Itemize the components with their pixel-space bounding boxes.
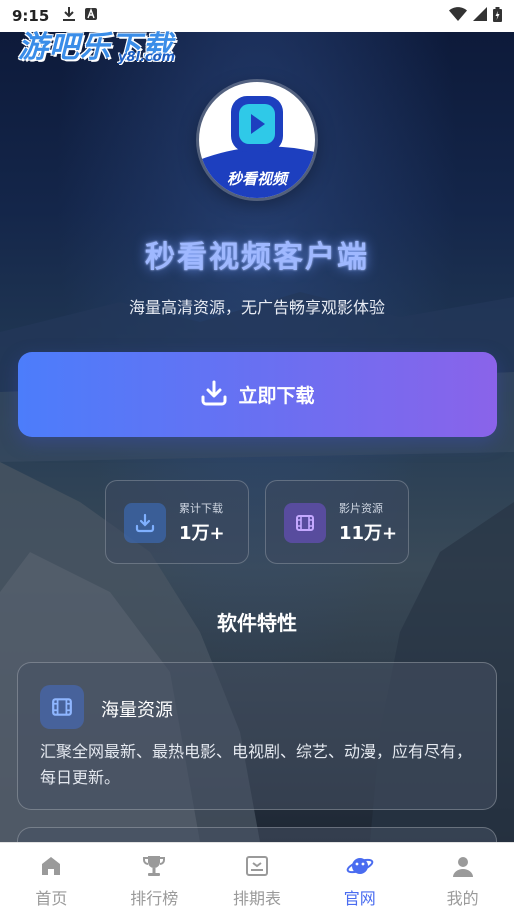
nav-label: 我的 [446, 889, 479, 908]
film-icon [284, 503, 326, 543]
download-button[interactable]: 立即下载 [18, 352, 497, 437]
stat-label: 影片资源 [339, 502, 383, 515]
nav-item-profile[interactable]: 我的 [411, 843, 514, 910]
feature-description: 汇聚全网最新、最热电影、电视剧、综艺、动漫，应有尽有，每日更新。 [40, 742, 473, 787]
signal-icon [473, 7, 487, 25]
nav-label: 排行榜 [130, 889, 179, 908]
download-icon [200, 379, 228, 411]
stat-label: 累计下载 [179, 502, 223, 515]
nav-item-ranking[interactable]: 排行榜 [103, 843, 206, 910]
app-title: 秒看视频客户端 [145, 240, 369, 275]
app-logo-text: 秒看视频 [226, 170, 287, 188]
film-icon [40, 685, 84, 729]
stat-card-films: 影片资源 11万+ [265, 480, 409, 564]
nav-item-home[interactable]: 首页 [0, 843, 103, 910]
wifi-icon [449, 7, 467, 25]
nav-label: 官网 [343, 889, 376, 908]
download-button-label: 立即下载 [238, 385, 315, 407]
user-icon [448, 851, 478, 881]
planet-icon [345, 851, 375, 881]
nav-label: 首页 [35, 889, 68, 908]
stat-value: 1万+ [179, 523, 225, 544]
stat-card-downloads: 累计下载 1万+ [105, 480, 249, 564]
nav-item-official-site[interactable]: 官网 [308, 843, 411, 910]
feature-title: 海量资源 [101, 700, 173, 721]
download-icon [124, 503, 166, 543]
app-logo: 秒看视频 [199, 82, 315, 198]
watermark-logo: 游吧乐下载 y8l.com [18, 22, 176, 66]
nav-item-schedule[interactable]: 排期表 [206, 843, 309, 910]
stat-value: 11万+ [339, 523, 398, 544]
app-subtitle: 海量高清资源，无广告畅享观影体验 [128, 298, 385, 317]
watermark-sub-text: y8l.com [118, 50, 176, 65]
schedule-icon [242, 851, 272, 881]
battery-icon [493, 6, 502, 26]
trophy-icon [139, 851, 169, 881]
main-content: 秒看视频 秒看视频客户端 海量高清资源，无广告畅享观影体验 立即下载 累计下载 … [0, 32, 514, 867]
features-section-title: 软件特性 [217, 611, 297, 635]
nav-label: 排期表 [232, 889, 281, 908]
home-icon [36, 851, 66, 881]
feature-card: 海量资源 汇聚全网最新、最热电影、电视剧、综艺、动漫，应有尽有，每日更新。 [17, 662, 497, 810]
bottom-nav: 首页 排行榜 排期表 官网 我的 [0, 842, 514, 910]
